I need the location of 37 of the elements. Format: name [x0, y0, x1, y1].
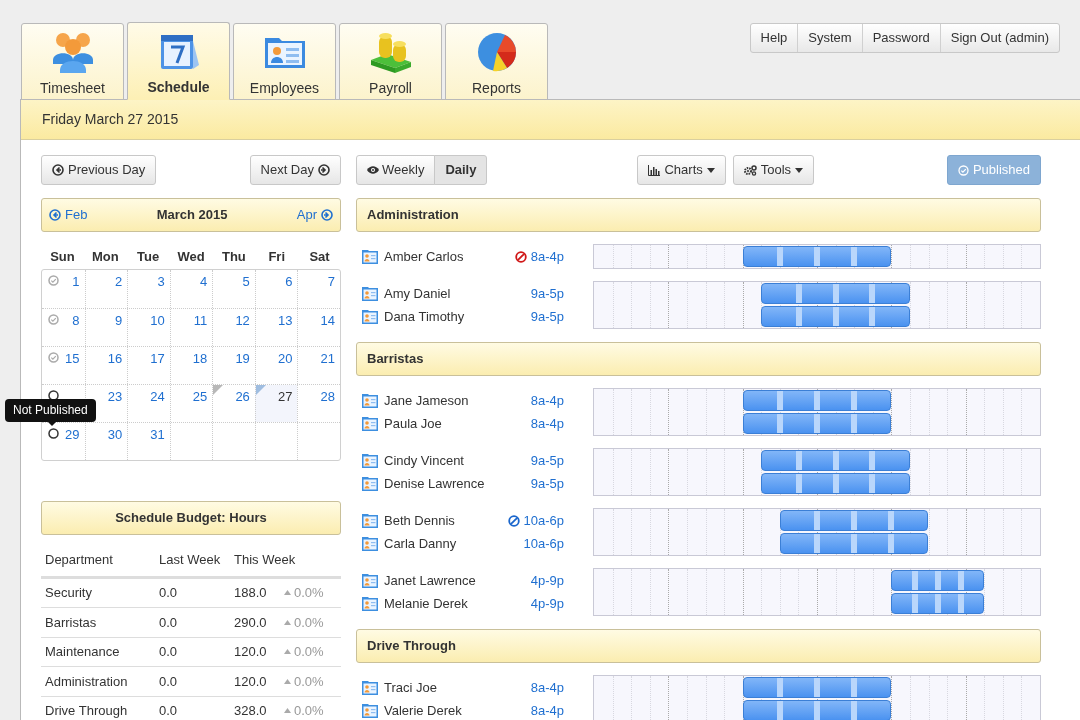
table-cell-text: 0.0%	[293, 613, 324, 632]
table-cell-text: 120.0	[233, 672, 268, 691]
table-cell-text: 120.0	[233, 643, 268, 661]
weekday-label: Fri	[267, 248, 286, 266]
weekday-label: Wed	[176, 248, 206, 266]
weekday-label: Thu	[220, 248, 247, 266]
table-cell-text: 0.0%	[293, 643, 324, 661]
table-cell-text: 0.0	[158, 672, 179, 691]
table-cell-text: Administration	[44, 672, 129, 691]
table-cell-text: 0.0	[158, 584, 179, 602]
column-header: This Week	[233, 551, 296, 570]
table-cell-text: Drive Through	[44, 702, 129, 720]
table-cell-text: Security	[44, 584, 93, 602]
table-cell-text: 0.0%	[293, 672, 324, 691]
tooltip: Not Published	[5, 398, 96, 426]
weekday-label: Sun	[49, 248, 76, 266]
weekday-label: Tue	[136, 248, 161, 266]
budget-title: Schedule Budget: Hours	[41, 500, 341, 535]
column-header: Department	[44, 551, 114, 570]
table-cell-text: 0.0	[158, 613, 179, 632]
table-cell-text: 0.0%	[293, 584, 324, 602]
table-cell-text: 0.0	[158, 702, 179, 720]
table-cell-text: 188.0	[233, 584, 268, 602]
date-bar: Friday March 27 2015	[21, 100, 1080, 140]
column-header: Last Week	[158, 551, 222, 570]
group-header: Barristas	[356, 342, 1041, 376]
month-title: March 2015	[156, 206, 228, 225]
table-cell-text: 290.0	[233, 613, 268, 632]
table-cell-text: Barristas	[44, 613, 98, 632]
table-cell-text: 0.0	[158, 643, 179, 661]
table-cell-text: 0.0%	[293, 702, 324, 720]
table-cell-text: 328.0	[233, 702, 268, 720]
table-cell-text: Maintenance	[44, 643, 121, 661]
group-header: Drive Through	[356, 629, 1041, 663]
weekday-label: Sat	[308, 248, 331, 266]
group-header: Administration	[356, 198, 1041, 232]
weekday-label: Mon	[90, 248, 120, 266]
